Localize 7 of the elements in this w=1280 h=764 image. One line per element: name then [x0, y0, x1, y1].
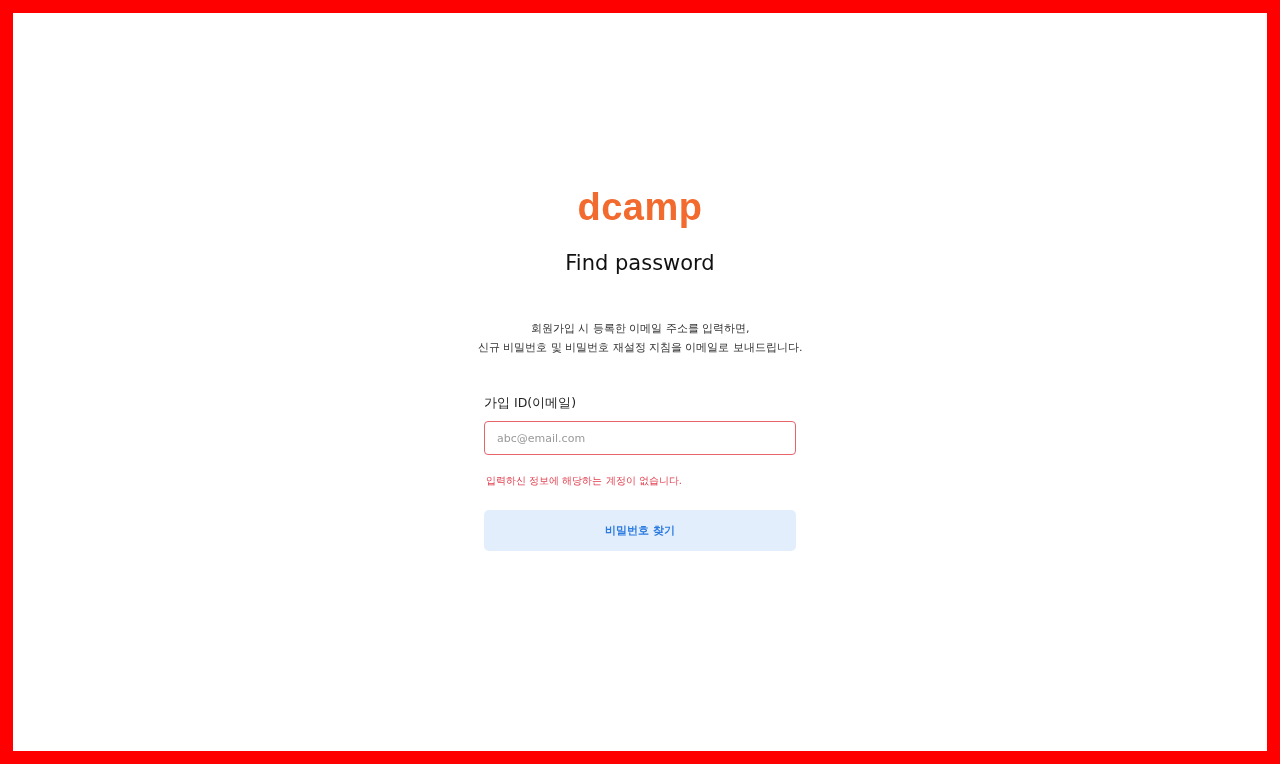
field-label: 가입 ID(이메일)	[484, 395, 577, 412]
page-title: Find password	[565, 250, 715, 277]
description-text: 신규 비밀번호 및 비밀번호 재설정 지침을 이메일로 보내드립니다.	[477, 340, 803, 356]
logo: dcamp	[577, 185, 703, 229]
description-text: 회원가입 시 등록한 이메일 주소를 입력하면,	[529, 321, 751, 337]
email-field[interactable]: abc@email.com	[484, 421, 796, 455]
error-message: 입력하신 정보에 해당하는 계정이 없습니다.	[486, 474, 682, 488]
